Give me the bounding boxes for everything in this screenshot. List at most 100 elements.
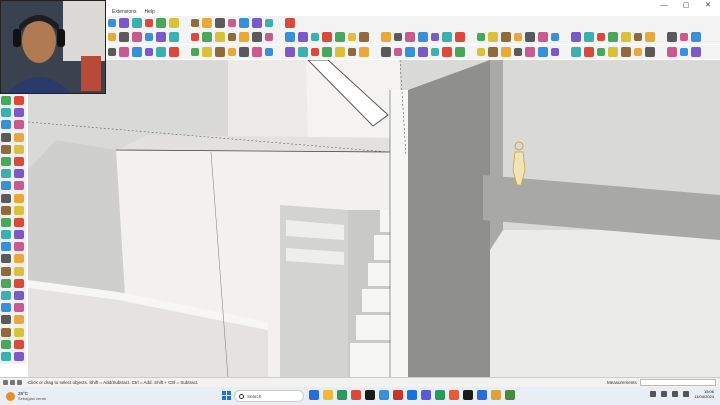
toolbar-tool-icon[interactable] bbox=[156, 47, 166, 57]
toolbar-tool-icon[interactable] bbox=[252, 47, 262, 57]
toolbar-tool-icon[interactable] bbox=[571, 47, 581, 57]
geo-icon[interactable] bbox=[10, 380, 15, 385]
toolbar-tool-icon[interactable] bbox=[501, 47, 511, 57]
palette-tool-icon[interactable] bbox=[14, 339, 24, 349]
toolbar-tool-icon[interactable] bbox=[488, 32, 498, 42]
toolbar-tool-icon[interactable] bbox=[191, 48, 199, 56]
toolbar-tool-icon[interactable] bbox=[381, 32, 391, 42]
palette-tool-icon[interactable] bbox=[1, 254, 11, 264]
toolbar-tool-icon[interactable] bbox=[691, 47, 701, 57]
palette-tool-icon[interactable] bbox=[1, 266, 11, 276]
palette-tool-icon[interactable] bbox=[1, 303, 11, 313]
toolbar-tool-icon[interactable] bbox=[621, 32, 631, 42]
toolbar-tool-icon[interactable] bbox=[348, 48, 356, 56]
toolbar-tool-icon[interactable] bbox=[584, 32, 594, 42]
toolbar-tool-icon[interactable] bbox=[145, 19, 153, 27]
taskbar-app-icon[interactable] bbox=[477, 390, 487, 400]
toolbar-tool-icon[interactable] bbox=[418, 47, 428, 57]
taskbar-app-icon[interactable] bbox=[463, 390, 473, 400]
palette-tool-icon[interactable] bbox=[1, 242, 11, 252]
toolbar-tool-icon[interactable] bbox=[394, 48, 402, 56]
toolbar-tool-icon[interactable] bbox=[335, 47, 345, 57]
toolbar-tool-icon[interactable] bbox=[169, 18, 179, 28]
toolbar-tool-icon[interactable] bbox=[191, 33, 199, 41]
toolbar-tool-icon[interactable] bbox=[667, 32, 677, 42]
toolbar-tool-icon[interactable] bbox=[359, 47, 369, 57]
toolbar-tool-icon[interactable] bbox=[285, 32, 295, 42]
toolbar-tool-icon[interactable] bbox=[311, 33, 319, 41]
toolbar-tool-icon[interactable] bbox=[405, 47, 415, 57]
palette-tool-icon[interactable] bbox=[1, 120, 11, 130]
taskbar-app-icon[interactable] bbox=[449, 390, 459, 400]
palette-tool-icon[interactable] bbox=[1, 230, 11, 240]
toolbar-tool-icon[interactable] bbox=[119, 18, 129, 28]
toolbar-tool-icon[interactable] bbox=[119, 47, 129, 57]
toolbar-tool-icon[interactable] bbox=[169, 47, 179, 57]
toolbar-tool-icon[interactable] bbox=[108, 19, 116, 27]
toolbar-tool-icon[interactable] bbox=[418, 32, 428, 42]
palette-tool-icon[interactable] bbox=[14, 303, 24, 313]
toolbar-tool-icon[interactable] bbox=[667, 47, 677, 57]
toolbar-tool-icon[interactable] bbox=[215, 18, 225, 28]
toolbar-tool-icon[interactable] bbox=[431, 48, 439, 56]
toolbar-tool-icon[interactable] bbox=[119, 32, 129, 42]
toolbar-tool-icon[interactable] bbox=[571, 32, 581, 42]
toolbar-tool-icon[interactable] bbox=[322, 47, 332, 57]
toolbar-tool-icon[interactable] bbox=[156, 32, 166, 42]
toolbar-tool-icon[interactable] bbox=[381, 47, 391, 57]
toolbar-tool-icon[interactable] bbox=[335, 32, 345, 42]
wifi-icon[interactable] bbox=[661, 391, 668, 397]
toolbar-tool-icon[interactable] bbox=[298, 47, 308, 57]
taskbar-app-icon[interactable] bbox=[351, 390, 361, 400]
battery-icon[interactable] bbox=[683, 391, 690, 397]
palette-tool-icon[interactable] bbox=[1, 205, 11, 215]
volume-icon[interactable] bbox=[672, 391, 679, 397]
toolbar-tool-icon[interactable] bbox=[298, 32, 308, 42]
palette-tool-icon[interactable] bbox=[1, 108, 11, 118]
minimize-button[interactable]: — bbox=[660, 2, 668, 9]
toolbar-tool-icon[interactable] bbox=[132, 47, 142, 57]
toolbar-tool-icon[interactable] bbox=[501, 32, 511, 42]
toolbar-tool-icon[interactable] bbox=[597, 33, 605, 41]
taskbar-app-icon[interactable] bbox=[435, 390, 445, 400]
toolbar-tool-icon[interactable] bbox=[551, 33, 559, 41]
palette-tool-icon[interactable] bbox=[1, 351, 11, 361]
palette-tool-icon[interactable] bbox=[14, 254, 24, 264]
toolbar-tool-icon[interactable] bbox=[108, 33, 116, 41]
toolbar-tool-icon[interactable] bbox=[145, 48, 153, 56]
palette-tool-icon[interactable] bbox=[14, 169, 24, 179]
palette-tool-icon[interactable] bbox=[14, 278, 24, 288]
palette-tool-icon[interactable] bbox=[1, 327, 11, 337]
palette-tool-icon[interactable] bbox=[1, 315, 11, 325]
toolbar-tool-icon[interactable] bbox=[239, 47, 249, 57]
toolbar-tool-icon[interactable] bbox=[634, 48, 642, 56]
clock[interactable]: 15:06 11/04/2024 bbox=[694, 389, 714, 399]
palette-tool-icon[interactable] bbox=[1, 217, 11, 227]
toolbar-tool-icon[interactable] bbox=[108, 48, 116, 56]
toolbar-tool-icon[interactable] bbox=[645, 47, 655, 57]
palette-tool-icon[interactable] bbox=[14, 217, 24, 227]
toolbar-tool-icon[interactable] bbox=[394, 33, 402, 41]
toolbar-tool-icon[interactable] bbox=[202, 32, 212, 42]
palette-tool-icon[interactable] bbox=[1, 132, 11, 142]
taskbar-app-icon[interactable] bbox=[421, 390, 431, 400]
measurements-field[interactable] bbox=[640, 379, 716, 386]
palette-tool-icon[interactable] bbox=[14, 108, 24, 118]
toolbar-tool-icon[interactable] bbox=[551, 48, 559, 56]
palette-tool-icon[interactable] bbox=[14, 132, 24, 142]
toolbar-tool-icon[interactable] bbox=[285, 47, 295, 57]
taskbar-app-icon[interactable] bbox=[505, 390, 515, 400]
toolbar-tool-icon[interactable] bbox=[538, 32, 548, 42]
taskbar-app-icon[interactable] bbox=[379, 390, 389, 400]
toolbar-tool-icon[interactable] bbox=[621, 47, 631, 57]
toolbar-tool-icon[interactable] bbox=[488, 47, 498, 57]
palette-tool-icon[interactable] bbox=[1, 193, 11, 203]
palette-tool-icon[interactable] bbox=[14, 120, 24, 130]
taskbar-app-icon[interactable] bbox=[407, 390, 417, 400]
toolbar-tool-icon[interactable] bbox=[191, 19, 199, 27]
taskbar-app-icon[interactable] bbox=[393, 390, 403, 400]
toolbar-tool-icon[interactable] bbox=[455, 32, 465, 42]
menu-help[interactable]: Help bbox=[140, 9, 158, 15]
toolbar-tool-icon[interactable] bbox=[442, 32, 452, 42]
toolbar-tool-icon[interactable] bbox=[538, 47, 548, 57]
